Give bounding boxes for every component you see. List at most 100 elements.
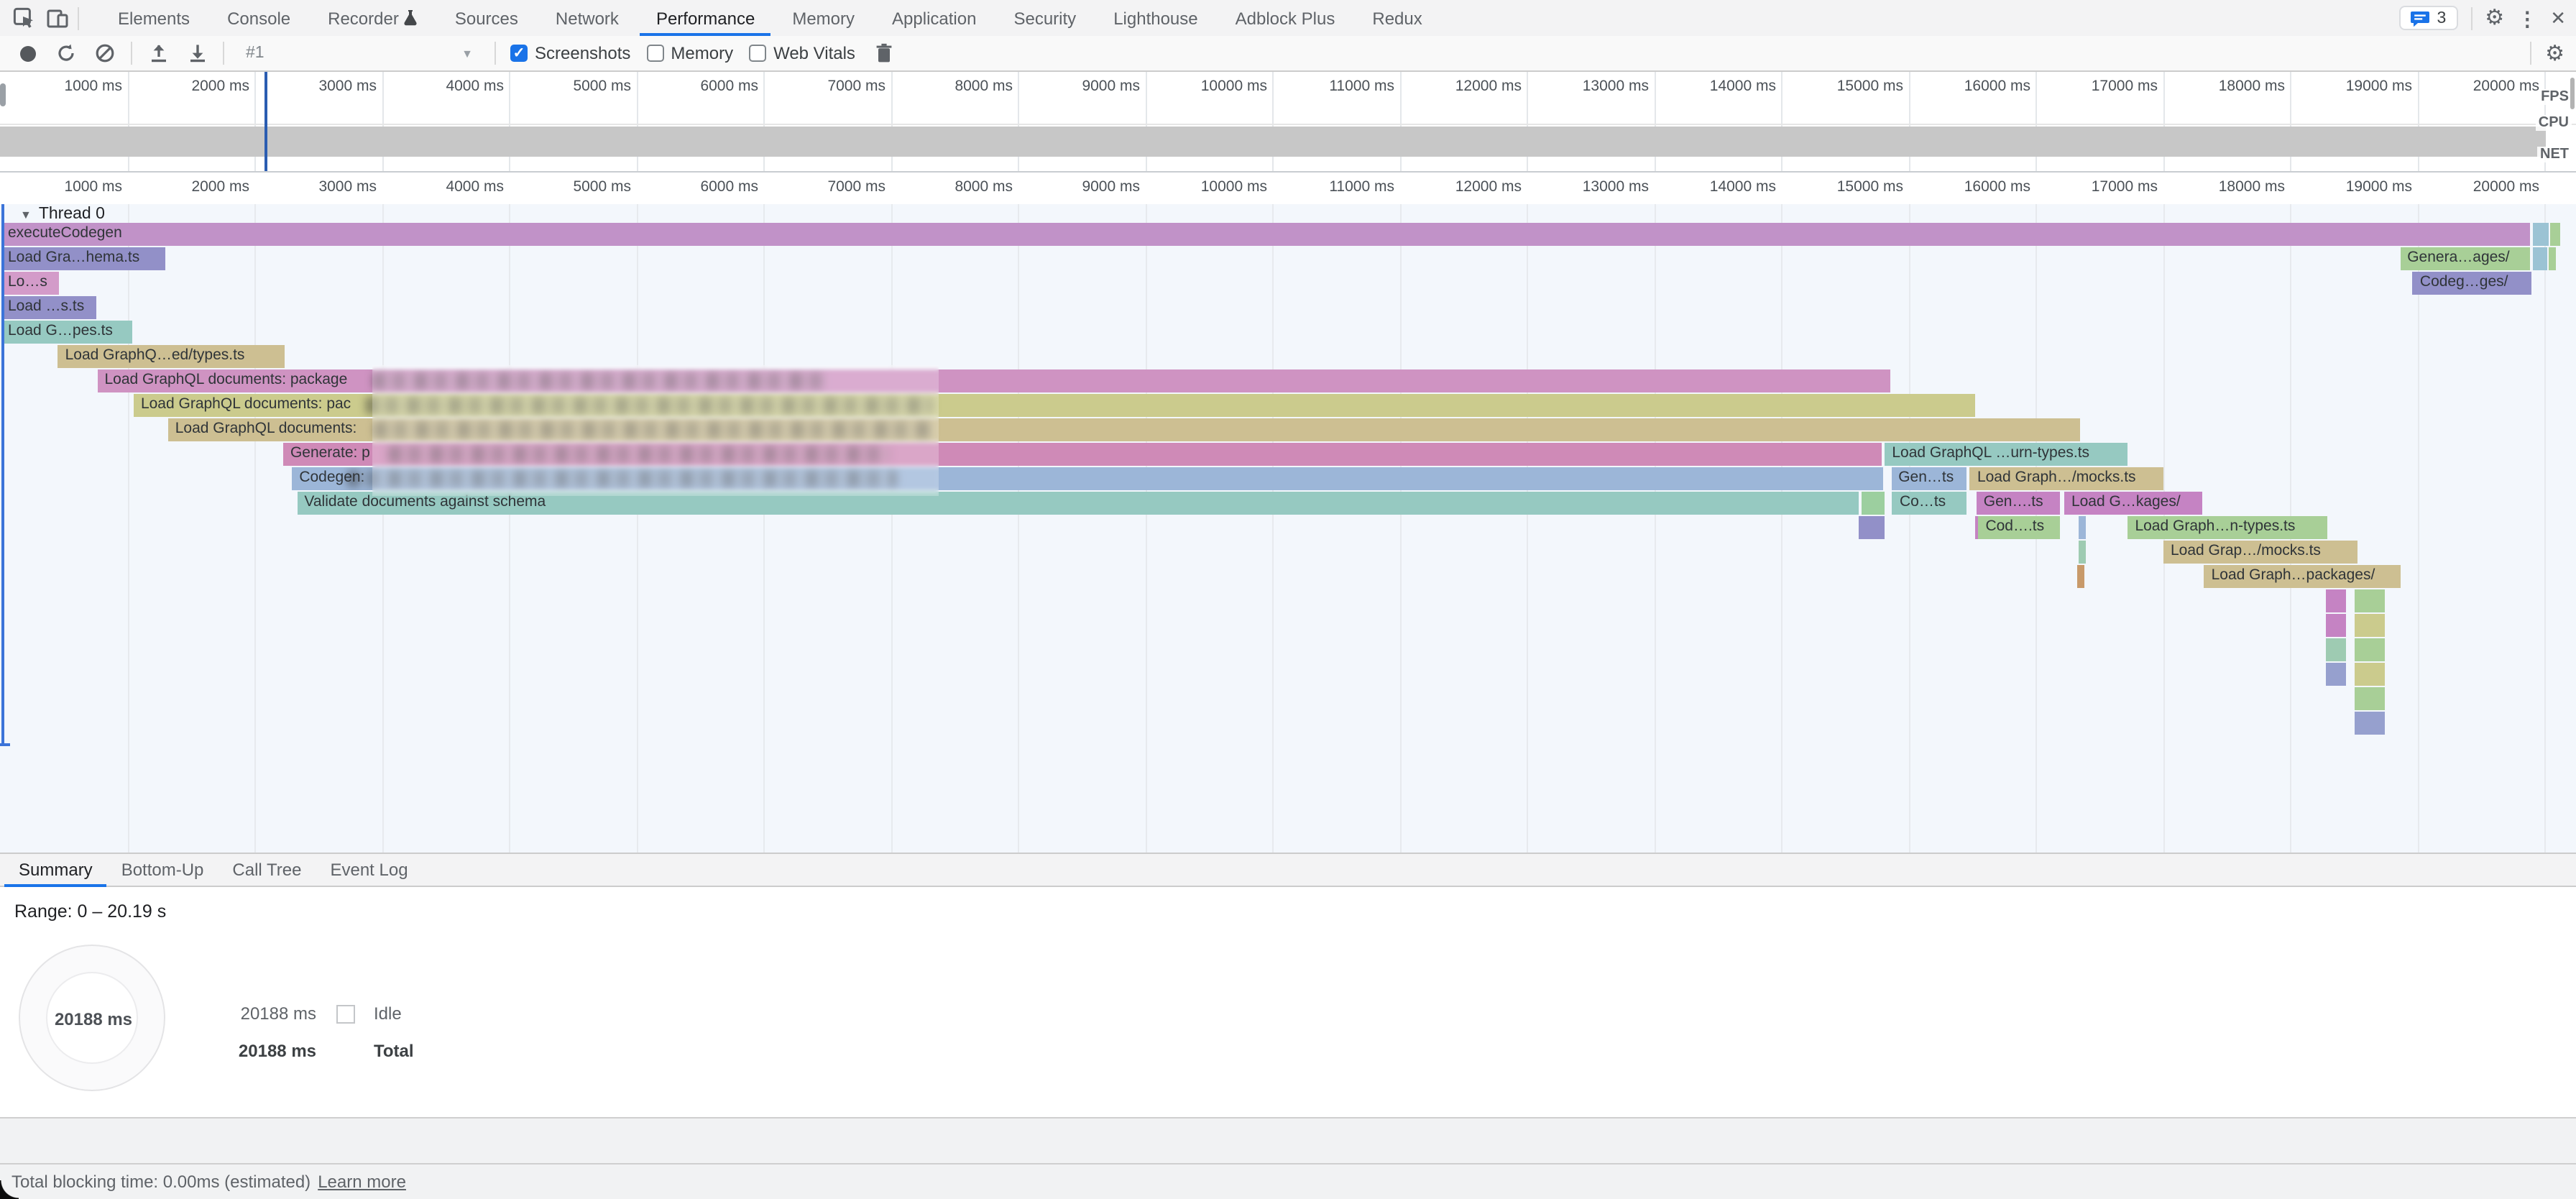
flame-bar-small[interactable] <box>1859 516 1885 538</box>
flame-bar[interactable]: Load …s.ts <box>1 296 97 318</box>
reload-and-record-button[interactable] <box>55 42 78 65</box>
tab-security[interactable]: Security <box>995 0 1095 36</box>
overview-left-handle[interactable] <box>0 83 6 106</box>
details-tab-bottom-up[interactable]: Bottom-Up <box>107 854 218 886</box>
flame-bar[interactable]: Load Graph…packages/ <box>2204 565 2401 587</box>
flamechart-gridline <box>1908 204 1910 853</box>
clear-recording-icon[interactable] <box>93 42 116 65</box>
overview-scrollbar-thumb[interactable] <box>2570 78 2575 109</box>
flame-bar[interactable]: Genera…ages/ <box>2400 247 2530 270</box>
checkbox-web-vitals[interactable]: Web Vitals <box>749 43 855 63</box>
thread-track-header[interactable]: ▼ Thread 0 <box>20 204 105 224</box>
record-button[interactable] <box>16 42 39 65</box>
checkbox-unchecked-icon[interactable] <box>646 45 663 62</box>
flame-bar[interactable]: Load GraphQ…ed/types.ts <box>58 345 285 367</box>
flame-bar-small[interactable] <box>2327 663 2347 685</box>
divider <box>2470 6 2472 29</box>
flame-bar-label: Load GraphQL documents: package <box>105 371 348 388</box>
flame-bar-small[interactable] <box>2355 663 2385 685</box>
filmstrip-track[interactable] <box>0 127 2546 157</box>
tab-adblock-plus[interactable]: Adblock Plus <box>1217 0 1354 36</box>
tab-elements[interactable]: Elements <box>99 0 208 36</box>
flame-bar[interactable]: Co…ts <box>1892 492 1966 514</box>
flame-bar-small[interactable] <box>2549 247 2556 270</box>
learn-more-link[interactable]: Learn more <box>318 1172 406 1192</box>
flame-bar[interactable]: Gen…ts <box>1891 467 1966 490</box>
tab-lighthouse[interactable]: Lighthouse <box>1095 0 1216 36</box>
tab-label: Performance <box>656 8 755 28</box>
flame-bar[interactable]: Load Gra…hema.ts <box>1 247 165 270</box>
flame-bar-small[interactable] <box>2355 687 2385 709</box>
flame-bar-small[interactable] <box>2079 541 2086 563</box>
details-tab-summary[interactable]: Summary <box>4 854 107 886</box>
flame-bar-small[interactable] <box>2355 614 2385 636</box>
tab-network[interactable]: Network <box>537 0 638 36</box>
tab-label: Lighthouse <box>1113 8 1197 28</box>
overview-tick-label: 4000 ms <box>403 78 504 95</box>
tab-console[interactable]: Console <box>208 0 309 36</box>
divider <box>131 42 132 65</box>
flame-bar-small[interactable] <box>2549 223 2559 245</box>
flamechart-area[interactable]: ▼ Thread 0 executeCodegenLoad Gra…hema.t… <box>0 204 2576 853</box>
flame-bar[interactable]: Load G…kages/ <box>2064 492 2202 514</box>
flame-bar-small[interactable] <box>2327 614 2347 636</box>
tab-performance[interactable]: Performance <box>638 0 773 36</box>
flame-bar[interactable]: Load Graph…n-types.ts <box>2128 516 2327 538</box>
flame-bar[interactable]: Lo…s <box>1 272 59 294</box>
inspect-element-icon[interactable] <box>12 6 36 30</box>
track-label-cpu: CPU <box>2536 115 2572 131</box>
kebab-menu-icon[interactable]: ⋮ <box>2517 8 2537 28</box>
capture-settings-gear-icon[interactable]: ⚙ <box>2545 42 2564 64</box>
flame-bar-label: Lo…s <box>8 273 47 290</box>
details-tab-call-tree[interactable]: Call Tree <box>218 854 316 886</box>
load-profile-icon[interactable] <box>147 42 170 65</box>
save-profile-icon[interactable] <box>185 42 208 65</box>
tab-application[interactable]: Application <box>873 0 995 36</box>
timeline-overview[interactable]: 1000 ms2000 ms3000 ms4000 ms5000 ms6000 … <box>0 72 2576 173</box>
chevron-down-icon: ▼ <box>461 47 473 60</box>
trash-icon[interactable] <box>873 42 896 65</box>
flamechart-gridline <box>763 204 765 853</box>
flame-bar[interactable]: Load GraphQL documents: package <box>98 369 1890 392</box>
device-toolbar-icon[interactable] <box>45 6 69 30</box>
checkbox-memory[interactable]: Memory <box>646 43 733 63</box>
close-devtools-icon[interactable]: ✕ <box>2550 9 2566 27</box>
flame-bar-small[interactable] <box>2078 565 2085 587</box>
checkbox-unchecked-icon[interactable] <box>749 45 766 62</box>
checkbox-checked-icon[interactable]: ✓ <box>510 45 528 62</box>
status-bar: Total blocking time: 0.00ms (estimated) … <box>0 1163 2576 1199</box>
flame-bar-small[interactable] <box>2355 589 2385 612</box>
flame-bar-small[interactable] <box>2355 712 2385 734</box>
legend-label: Idle <box>374 1003 402 1024</box>
flame-bar[interactable]: Load Graph…/mocks.ts <box>1970 467 2163 490</box>
flame-bar-small[interactable] <box>1862 492 1885 514</box>
flame-bar-small[interactable] <box>2532 223 2549 245</box>
flame-bar[interactable]: Cod….ts <box>1978 516 2059 538</box>
flame-bar[interactable]: Load G…pes.ts <box>1 321 132 343</box>
flame-bar-small[interactable] <box>2532 247 2547 270</box>
details-tab-event-log[interactable]: Event Log <box>316 854 422 886</box>
flame-bar[interactable]: Codeg…ges/ <box>2413 272 2531 294</box>
tab-recorder[interactable]: Recorder <box>309 0 436 36</box>
flame-bar[interactable]: Load GraphQL …urn-types.ts <box>1885 443 2127 465</box>
flame-bar-small[interactable] <box>2327 638 2347 661</box>
settings-gear-icon[interactable]: ⚙ <box>2485 7 2504 29</box>
track-label-fps: FPS <box>2538 89 2572 105</box>
flame-bar-small[interactable] <box>2079 516 2086 538</box>
profile-select[interactable]: #1 ▼ <box>239 40 480 66</box>
overview-tick-label: 1000 ms <box>22 78 122 95</box>
overview-tick-label: 16000 ms <box>1930 78 2030 95</box>
checkbox-screenshots[interactable]: ✓Screenshots <box>510 43 630 63</box>
flame-bar[interactable]: Gen….ts <box>1977 492 2061 514</box>
flame-bar-small[interactable] <box>2327 589 2347 612</box>
tab-redux[interactable]: Redux <box>1353 0 1440 36</box>
ruler-tick-label: 13000 ms <box>1548 178 1649 196</box>
ruler-tick-label: 19000 ms <box>2312 178 2412 196</box>
tab-sources[interactable]: Sources <box>436 0 537 36</box>
flame-bar[interactable]: Load Grap…/mocks.ts <box>2163 541 2357 563</box>
collapse-caret-icon[interactable]: ▼ <box>20 208 32 221</box>
tab-memory[interactable]: Memory <box>773 0 873 36</box>
issues-badge[interactable]: 3 <box>2399 6 2457 30</box>
flame-bar-small[interactable] <box>2355 638 2385 661</box>
flame-bar[interactable]: executeCodegen <box>1 223 2530 245</box>
